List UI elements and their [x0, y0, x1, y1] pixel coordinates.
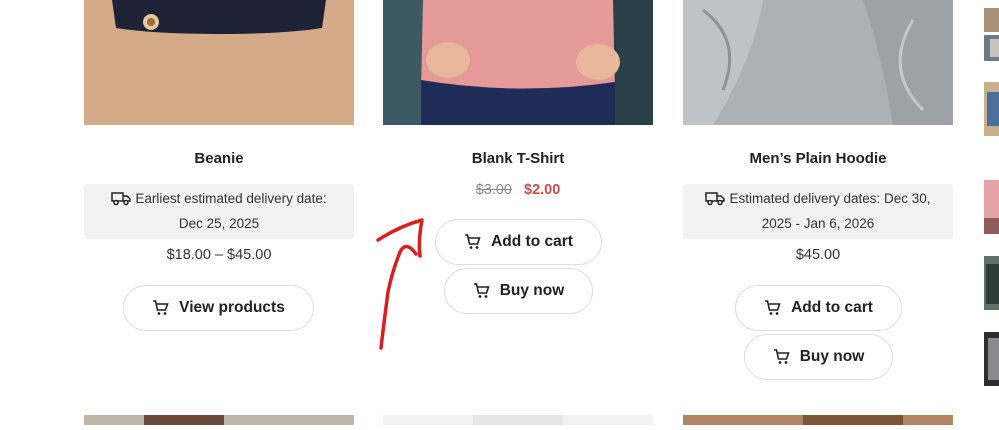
- thumbnail-6[interactable]: [984, 332, 999, 386]
- annotation-arrow: [376, 218, 424, 350]
- product-title[interactable]: Men’s Plain Hoodie: [683, 150, 953, 167]
- thumbnail-3[interactable]: [984, 82, 999, 136]
- buy-now-button[interactable]: Buy now: [444, 268, 593, 314]
- product-title[interactable]: Beanie: [84, 150, 354, 167]
- next-row-image-3[interactable]: [683, 412, 953, 425]
- delivery-line-2: 2025 - Jan 6, 2026: [761, 216, 875, 231]
- cart-icon: [765, 300, 781, 315]
- add-to-cart-button[interactable]: Add to cart: [735, 285, 902, 331]
- cart-icon: [773, 349, 790, 364]
- button-label: Add to cart: [791, 299, 873, 316]
- discounted-price: $2.00: [524, 182, 561, 198]
- next-row-image-1[interactable]: [84, 412, 354, 425]
- add-to-cart-button[interactable]: Add to cart: [435, 219, 602, 265]
- next-row-image-2[interactable]: [383, 412, 653, 425]
- button-label: Buy now: [799, 348, 865, 365]
- truck-icon: [111, 190, 132, 213]
- cart-icon: [465, 234, 481, 249]
- cart-icon: [473, 283, 490, 298]
- delivery-line-2: Dec 25, 2025: [178, 216, 260, 231]
- button-label: Buy now: [499, 282, 565, 299]
- price-range: $18.00 – $45.00: [166, 247, 272, 263]
- button-label: Add to cart: [491, 233, 573, 250]
- delivery-estimate: Earliest estimated delivery date: Dec 25…: [84, 184, 354, 239]
- view-products-button[interactable]: View products: [123, 285, 314, 331]
- thumbnail-2[interactable]: [984, 35, 999, 61]
- thumbnail-4[interactable]: [984, 180, 999, 234]
- original-price: $3.00: [475, 182, 512, 198]
- buy-now-button[interactable]: Buy now: [744, 334, 893, 380]
- product-title[interactable]: Blank T-Shirt: [383, 150, 653, 167]
- truck-icon: [705, 190, 726, 213]
- thumbnail-1[interactable]: [984, 8, 999, 32]
- price: $45.00: [795, 247, 841, 263]
- cart-icon: [153, 300, 169, 315]
- button-label: View products: [179, 299, 285, 316]
- thumbnail-5[interactable]: [984, 256, 999, 310]
- delivery-estimate: Estimated delivery dates: Dec 30, 2025 -…: [683, 184, 953, 239]
- delivery-line-1: Estimated delivery dates: Dec 30,: [729, 191, 931, 206]
- product-image-beanie[interactable]: [84, 0, 354, 125]
- sale-price: $3.00 $2.00: [383, 182, 653, 198]
- product-image-hoodie[interactable]: [683, 0, 953, 125]
- delivery-line-1: Earliest estimated delivery date:: [135, 191, 327, 206]
- product-image-tshirt[interactable]: [383, 0, 653, 125]
